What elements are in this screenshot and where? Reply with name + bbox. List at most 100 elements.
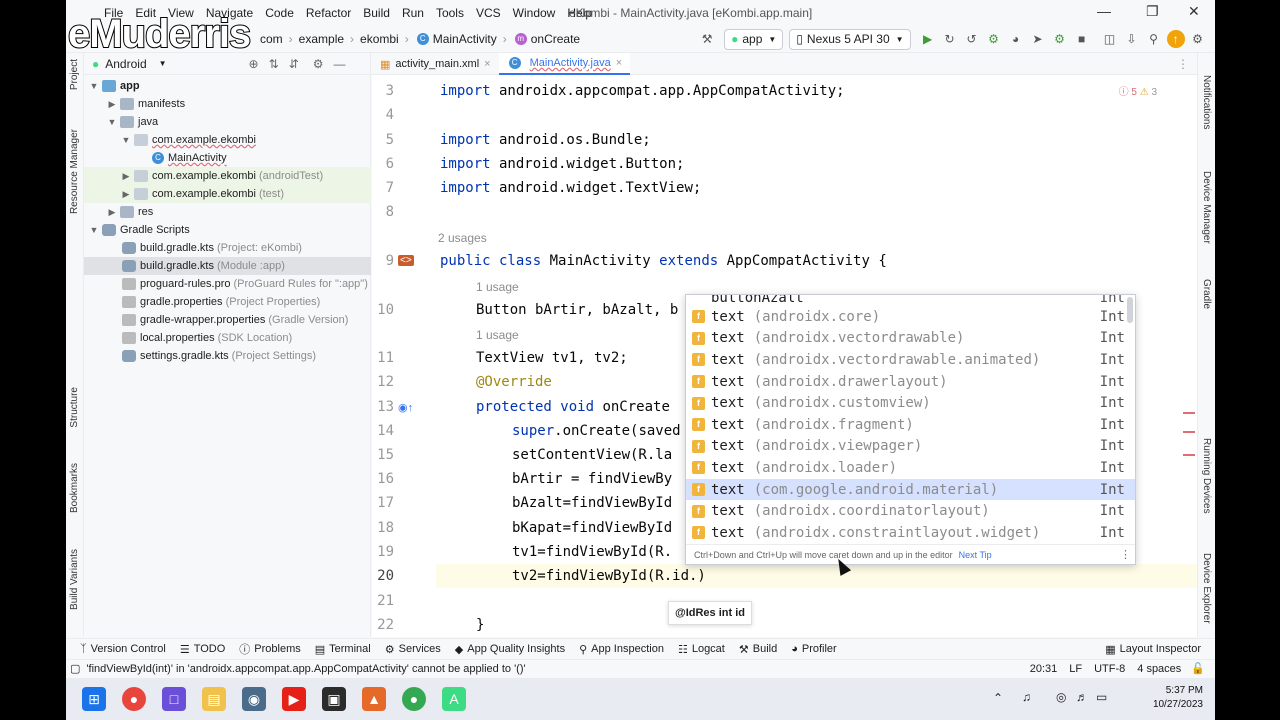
device-select[interactable]: ▯ Nexus 5 API 30 ▼ [789,28,911,50]
build-tool-button[interactable]: ⚒ Build [739,643,777,656]
activity-gutter-icon[interactable]: <> [398,255,414,266]
completion-scrollbar[interactable] [1127,297,1133,323]
line-separator[interactable]: LF [1069,663,1082,675]
logcat-tool-button[interactable]: ☷ Logcat [678,643,725,656]
tree-item-app[interactable]: ▼ app [84,77,371,95]
problems-tool-button[interactable]: ⓘ Problems [239,641,300,657]
apps-icon[interactable]: □ [162,687,186,711]
completion-item[interactable]: f text (androidx.constraintlayout.widget) I… [686,522,1135,544]
attach-debugger-icon[interactable]: ➤ [1029,30,1047,48]
completion-item[interactable]: f text (androidx.viewpager) Int [686,436,1135,458]
run-icon[interactable]: ▶ [919,30,937,48]
search-icon[interactable]: ⚲ [1145,30,1163,48]
system-clock[interactable]: 5:37 PM 10/27/2023 [1153,684,1203,712]
camera-icon[interactable]: ◉ [242,687,266,711]
breadcrumb-oncreate[interactable]: onCreate [531,32,580,46]
network-icon[interactable]: ◎ [1056,690,1066,704]
sdk-manager-icon[interactable]: ⇩ [1123,30,1141,48]
chrome-profile-icon[interactable]: ● [402,687,426,711]
menu-tools[interactable]: Tools [436,6,464,20]
speaker-icon[interactable]: ♬ [1076,690,1088,704]
usages-hint[interactable]: 1 usage [476,328,519,342]
collapse-all-icon[interactable]: ⇵ [289,57,299,71]
hammer-icon[interactable]: ⚒ [698,30,716,48]
youtube-icon[interactable]: ▶ [282,687,306,711]
override-gutter-icon[interactable]: ◉↑ [398,401,413,414]
running-devices-tool-button[interactable]: Running Devices [1201,438,1212,514]
menu-window[interactable]: Window [513,6,556,20]
file-encoding[interactable]: UTF-8 [1094,663,1125,675]
tree-item-local-properties[interactable]: local.properties (SDK Location) [84,329,371,347]
update-icon[interactable]: ↑ [1166,30,1185,48]
terminal-tool-button[interactable]: ▤ Terminal [315,643,371,656]
menu-build[interactable]: Build [363,6,390,20]
tree-item-java[interactable]: ▼ java [84,113,371,131]
completion-item[interactable]: f text (androidx.vectordrawable.animated) I… [686,349,1135,371]
gradle-tool-button[interactable]: Gradle [1201,279,1212,309]
profiler-tool-button[interactable]: ◕ Profiler [791,643,837,655]
tree-item-proguard[interactable]: proguard-rules.pro (ProGuard Rules for ":… [84,275,371,293]
indent-setting[interactable]: 4 spaces [1137,663,1181,675]
error-stripe-marker[interactable] [1183,431,1195,433]
version-control-tool-button[interactable]: ᛉ Version Control [80,643,166,655]
menu-run[interactable]: Run [402,6,424,20]
tree-item-res[interactable]: ▶ res [84,203,371,221]
structure-tool-button[interactable]: Structure [69,387,80,428]
completion-item-selected[interactable]: f text (com.google.android.material) Int [686,478,1135,501]
device-mirror-icon[interactable]: ◫ [1101,30,1119,48]
windows-start-icon[interactable]: ⊞ [82,687,106,711]
notifications-tool-button[interactable]: Notifications [1201,75,1212,129]
caret-position[interactable]: 20:31 [1030,663,1058,675]
expand-all-icon[interactable]: ⇅ [269,57,279,71]
close-icon[interactable]: ✕ [1188,3,1200,20]
services-tool-button[interactable]: ⚙ Services [385,643,441,656]
file-explorer-icon[interactable]: ▤ [202,687,226,711]
hide-icon[interactable]: — [334,57,346,71]
error-stripe-marker[interactable] [1183,412,1195,414]
app-quality-insights-tool-button[interactable]: ◆ App Quality Insights [455,643,565,656]
error-stripe-marker[interactable] [1183,454,1195,456]
project-view-select[interactable]: Android [105,57,146,71]
apply-changes-icon[interactable]: ↻ [941,30,959,48]
completion-item-partial[interactable]: fbuttonAzaltInt [686,295,1135,306]
more-options-icon[interactable]: ⋮ [1120,548,1131,561]
profile-icon[interactable]: ◕ [1007,30,1025,48]
device-manager-tool-button[interactable]: Device Manager [1201,171,1212,244]
menu-vcs[interactable]: VCS [476,6,501,20]
completion-item[interactable]: f text (androidx.loader) Int [686,457,1135,479]
completion-item[interactable]: f text (androidx.customview) Int [686,392,1135,414]
sync-icon[interactable]: ⚙ [1051,30,1069,48]
project-tool-button[interactable]: Project [69,59,80,90]
battery-icon[interactable]: ▭ [1096,690,1107,704]
run-config-select[interactable]: ● app ▼ [724,28,784,50]
tree-item-settings-gradle[interactable]: settings.gradle.kts (Project Settings) [84,347,371,365]
completion-item[interactable]: f text (androidx.drawerlayout) Int [686,371,1135,393]
device-explorer-tool-button[interactable]: Device Explorer [1201,553,1212,624]
tree-item-build-gradle-project[interactable]: build.gradle.kts (Project: eKombi) [84,239,371,257]
video-editor-icon[interactable]: ▣ [322,687,346,711]
tree-item-build-gradle-module[interactable]: build.gradle.kts (Module :app) [84,257,371,275]
lock-icon[interactable]: 🔓 [1191,662,1205,675]
usages-hint[interactable]: 1 usage [476,280,519,294]
stop-icon[interactable]: ■ [1073,30,1091,48]
completion-item[interactable]: f text (androidx.vectordrawable) Int [686,328,1135,350]
debug-icon[interactable]: ⚙ [985,30,1003,48]
resource-manager-tool-button[interactable]: Resource Manager [69,129,80,214]
tree-item-package-androidtest[interactable]: ▶ com.example.ekombi (androidTest) [84,167,371,185]
tab-mainactivity-java[interactable]: C MainActivity.java × [498,53,631,75]
build-variants-tool-button[interactable]: Build Variants [69,549,80,610]
microphone-icon[interactable]: ♫ [1022,690,1031,704]
tree-item-gradle-properties[interactable]: gradle.properties (Project Properties) [84,293,371,311]
status-square-icon[interactable]: ▢ [70,662,80,675]
breadcrumb-mainactivity[interactable]: MainActivity [433,32,497,46]
layout-inspector-tool-button[interactable]: ▦ Layout Inspector [1105,643,1201,656]
status-message[interactable]: 'findViewById(int)' in 'androidx.appcomp… [86,663,525,675]
tree-item-mainactivity[interactable]: C MainActivity [84,149,371,167]
options-icon[interactable]: ⚙ [313,57,324,71]
close-tab-icon[interactable]: × [484,58,490,70]
tab-activity-main-xml[interactable]: ▦ activity_main.xml × [372,53,499,75]
app-inspection-tool-button[interactable]: ⚲ App Inspection [579,643,664,656]
tree-item-package[interactable]: ▼ com.example.ekombi [84,131,371,149]
android-studio-icon[interactable]: A [442,687,466,711]
completion-item[interactable]: f text (androidx.core) Int [686,306,1135,328]
